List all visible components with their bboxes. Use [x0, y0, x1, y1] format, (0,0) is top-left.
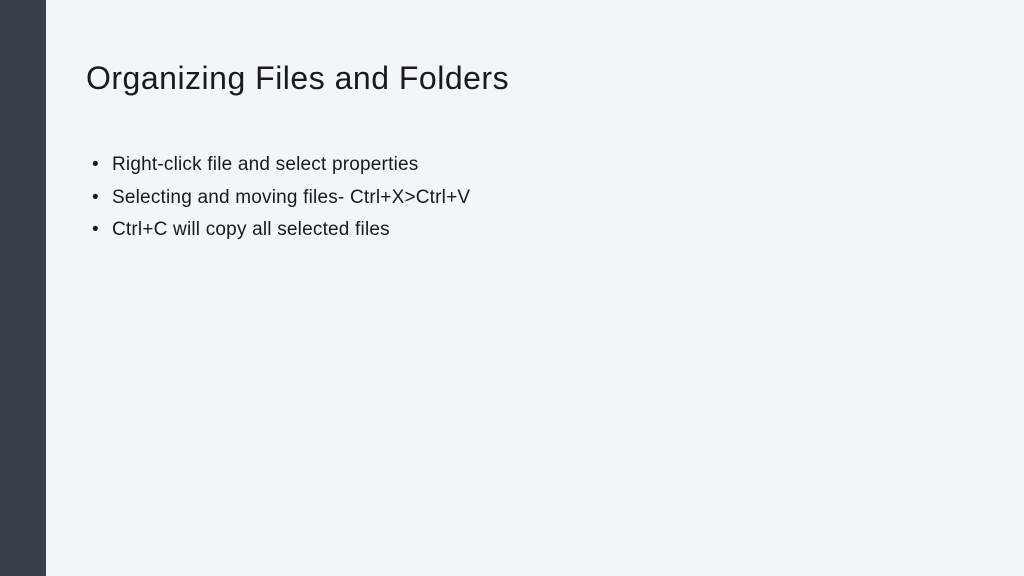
accent-bar [0, 0, 46, 576]
slide-content: Organizing Files and Folders Right-click… [46, 0, 1024, 576]
bullet-list: Right-click file and select properties S… [86, 149, 984, 247]
bullet-item: Selecting and moving files- Ctrl+X>Ctrl+… [112, 182, 984, 215]
slide-title: Organizing Files and Folders [86, 60, 984, 97]
bullet-item: Right-click file and select properties [112, 149, 984, 182]
bullet-item: Ctrl+C will copy all selected files [112, 214, 984, 247]
